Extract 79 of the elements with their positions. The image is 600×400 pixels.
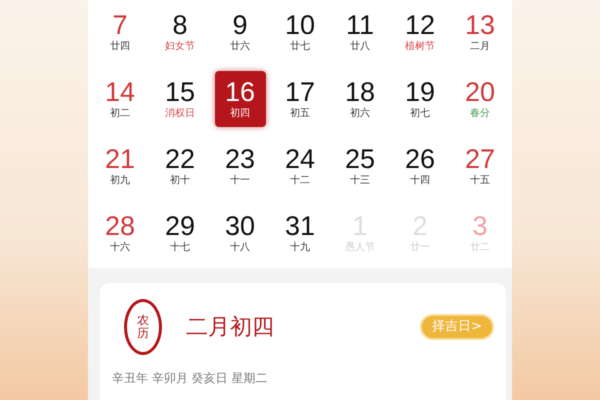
day-label: 初十 — [170, 174, 190, 188]
day-label: 廿八 — [350, 40, 370, 54]
day-label: 廿七 — [290, 40, 310, 54]
day-number: 25 — [344, 144, 376, 174]
day-label: 初四 — [230, 107, 250, 121]
day-cell[interactable]: 24 十二 — [274, 138, 326, 194]
day-label: 初六 — [350, 107, 370, 121]
day-cell[interactable]: 13 二月 — [454, 4, 506, 60]
day-number: 23 — [224, 144, 256, 174]
day-cell[interactable]: 29 十七 — [154, 205, 206, 261]
day-label: 初九 — [110, 174, 130, 188]
day-cell[interactable]: 27 十五 — [454, 138, 506, 194]
day-cell[interactable]: 18 初六 — [334, 71, 386, 127]
day-cell[interactable]: 21 初九 — [94, 138, 146, 194]
day-number: 16 — [224, 77, 256, 107]
day-label: 廿四 — [110, 40, 130, 54]
day-number: 10 — [284, 10, 316, 40]
day-number: 17 — [284, 77, 316, 107]
day-number: 7 — [112, 10, 128, 40]
day-number: 28 — [104, 211, 136, 241]
day-number: 21 — [104, 144, 136, 174]
day-label: 十九 — [290, 241, 310, 255]
day-label: 妇女节 — [165, 40, 195, 54]
day-label: 植树节 — [405, 40, 435, 54]
day-cell[interactable]: 17 初五 — [274, 71, 326, 127]
day-label: 初五 — [290, 107, 310, 121]
day-number: 9 — [232, 10, 248, 40]
day-label: 十八 — [230, 241, 250, 255]
day-number: 22 — [164, 144, 196, 174]
day-cell[interactable]: 12 植树节 — [394, 4, 446, 60]
day-cell[interactable]: 28 十六 — [94, 205, 146, 261]
ganzhi-text: 辛丑年 辛卯月 癸亥日 星期二 — [112, 370, 268, 387]
day-label: 初七 — [410, 107, 430, 121]
day-number: 18 — [344, 77, 376, 107]
day-cell[interactable]: 15 消权日 — [154, 71, 206, 127]
day-label: 消权日 — [165, 107, 195, 121]
day-number: 26 — [404, 144, 436, 174]
day-label: 初二 — [110, 107, 130, 121]
day-label: 十一 — [230, 174, 250, 188]
day-number: 8 — [172, 10, 188, 40]
day-label: 十二 — [290, 174, 310, 188]
day-number: 19 — [404, 77, 436, 107]
day-cell[interactable]: 7 廿四 — [94, 4, 146, 60]
day-number: 15 — [164, 77, 196, 107]
day-cell[interactable]: 19 初七 — [394, 71, 446, 127]
day-number: 11 — [346, 10, 374, 40]
day-cell[interactable]: 11 廿八 — [334, 4, 386, 60]
day-number: 24 — [284, 144, 316, 174]
day-number: 3 — [472, 211, 488, 241]
day-cell[interactable]: 16 初四 — [214, 71, 266, 127]
day-cell[interactable]: 8 妇女节 — [154, 4, 206, 60]
day-number: 27 — [464, 144, 496, 174]
day-label: 十四 — [410, 174, 430, 188]
day-cell[interactable]: 20 春分 — [454, 71, 506, 127]
day-label: 十三 — [350, 174, 370, 188]
lunar-date-title: 二月初四 — [186, 314, 274, 342]
day-label: 二月 — [470, 40, 490, 54]
day-cell[interactable]: 26 十四 — [394, 138, 446, 194]
day-number: 20 — [464, 77, 496, 107]
day-number: 29 — [164, 211, 196, 241]
day-label: 廿六 — [230, 40, 250, 54]
day-cell[interactable]: 10 廿七 — [274, 4, 326, 60]
day-number: 14 — [104, 77, 136, 107]
day-cell[interactable]: 9 廿六 — [214, 4, 266, 60]
day-label: 十六 — [110, 241, 130, 255]
day-cell[interactable]: 23 十一 — [214, 138, 266, 194]
day-cell[interactable]: 14 初二 — [94, 71, 146, 127]
day-label: 春分 — [470, 107, 490, 121]
day-number: 30 — [224, 211, 256, 241]
day-number: 13 — [464, 10, 496, 40]
seal-stamp: 农历 — [124, 299, 162, 355]
day-cell[interactable]: 30 十八 — [214, 205, 266, 261]
day-number: 31 — [284, 211, 316, 241]
day-cell[interactable]: 31 十九 — [274, 205, 326, 261]
day-label: 十五 — [470, 174, 490, 188]
day-cell[interactable]: 22 初十 — [154, 138, 206, 194]
day-number: 12 — [404, 10, 436, 40]
day-cell[interactable]: 25 十三 — [334, 138, 386, 194]
day-label: 十七 — [170, 241, 190, 255]
